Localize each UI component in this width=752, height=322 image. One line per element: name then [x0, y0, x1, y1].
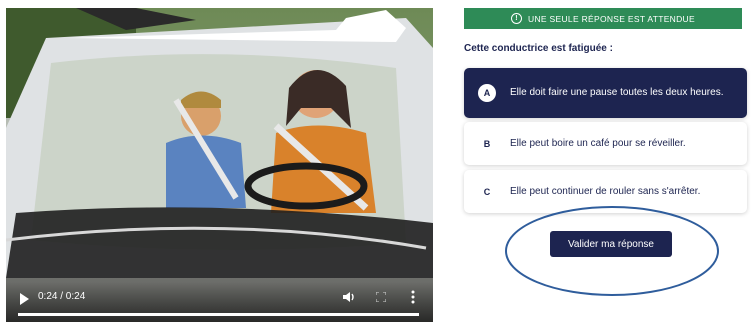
banner-text: UNE SEULE RÉPONSE EST ATTENDUE — [528, 13, 695, 24]
question-text: Cette conductrice est fatiguée : — [464, 43, 613, 54]
fullscreen-icon[interactable] — [376, 292, 386, 302]
annotation-ellipse — [505, 206, 719, 296]
answer-option-a[interactable]: A Elle doit faire une pause toutes les d… — [464, 68, 747, 118]
answer-letter: B — [483, 138, 491, 149]
answer-text: Elle peut continuer de rouler sans s'arr… — [510, 185, 701, 197]
info-icon: ! — [511, 13, 523, 24]
answer-text: Elle doit faire une pause toutes les deu… — [510, 87, 724, 98]
video-progress-bar[interactable] — [18, 313, 419, 316]
answer-letter: C — [483, 186, 491, 197]
single-answer-banner: ! UNE SEULE RÉPONSE EST ATTENDUE — [464, 8, 742, 29]
answer-letter: A — [478, 84, 496, 102]
video-time: 0:24 / 0:24 — [38, 291, 86, 302]
video-progress-fill — [18, 313, 419, 316]
answer-text: Elle peut boire un café pour se réveille… — [510, 137, 686, 149]
volume-icon[interactable] — [342, 290, 356, 304]
video-player[interactable]: 0:24 / 0:24 — [6, 8, 433, 322]
play-icon[interactable] — [20, 293, 29, 305]
video-frame — [6, 8, 433, 322]
video-controls: 0:24 / 0:24 — [6, 282, 433, 322]
answer-option-b[interactable]: B Elle peut boire un café pour se réveil… — [464, 122, 747, 165]
more-options-icon[interactable] — [411, 290, 415, 304]
